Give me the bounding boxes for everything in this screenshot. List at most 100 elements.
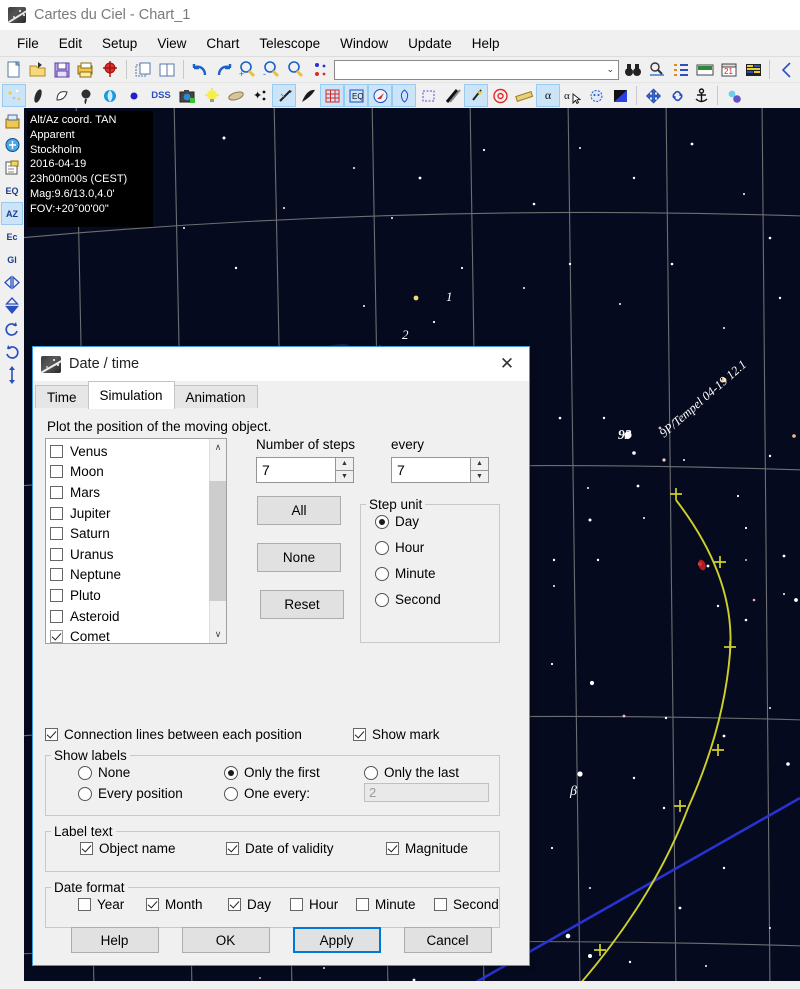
- vertical-resize-icon[interactable]: [1, 363, 23, 386]
- all-button[interactable]: All: [257, 496, 341, 525]
- constellation-boundary-icon[interactable]: [416, 84, 440, 107]
- magnitude-indicator[interactable]: [386, 842, 399, 855]
- none-button[interactable]: None: [257, 543, 341, 572]
- target-icon[interactable]: [98, 58, 122, 81]
- galaxy-icon[interactable]: [50, 84, 74, 107]
- list-item[interactable]: Moon: [50, 462, 209, 483]
- list-item[interactable]: Mars: [50, 482, 209, 503]
- menu-item-help[interactable]: Help: [462, 33, 510, 54]
- catalog-icon[interactable]: [741, 58, 765, 81]
- planet-detail-icon[interactable]: [584, 84, 608, 107]
- menu-item-window[interactable]: Window: [330, 33, 398, 54]
- altaz-coord-icon[interactable]: AZ: [1, 202, 23, 225]
- checkbox-asteroid[interactable]: [50, 609, 63, 623]
- milky-way-icon[interactable]: [296, 84, 320, 107]
- date-of-validity-checkbox[interactable]: Date of validity: [226, 841, 334, 856]
- radio-labels-every-position[interactable]: Every position: [78, 786, 183, 801]
- zoom-in-icon[interactable]: +: [236, 58, 260, 81]
- stars-icon[interactable]: [2, 84, 26, 107]
- half-tone-icon[interactable]: [608, 84, 632, 107]
- close-icon[interactable]: ✕: [485, 347, 529, 381]
- list-item[interactable]: Uranus: [50, 544, 209, 565]
- hour-checkbox[interactable]: Hour: [290, 897, 338, 912]
- link-icon[interactable]: [665, 84, 689, 107]
- help-button[interactable]: Help: [70, 927, 159, 953]
- ecliptic-line-icon[interactable]: [440, 84, 464, 107]
- equatorial-coord-icon[interactable]: EQ: [1, 179, 23, 202]
- radio-labels-one-every-indicator[interactable]: [224, 786, 238, 801]
- stepper-buttons[interactable]: ▲ ▼: [336, 457, 354, 483]
- copy-icon[interactable]: [131, 58, 155, 81]
- flip-vertical-icon[interactable]: [1, 294, 23, 317]
- light-bulb-icon[interactable]: [200, 84, 224, 107]
- alpha-cursor-icon[interactable]: α: [560, 84, 584, 107]
- minute-indicator[interactable]: [356, 898, 369, 911]
- rotate-right-icon[interactable]: [1, 317, 23, 340]
- radio-labels-every-position-indicator[interactable]: [78, 786, 92, 801]
- checkbox-jupiter[interactable]: [50, 506, 63, 520]
- menu-item-chart[interactable]: Chart: [196, 33, 249, 54]
- scroll-up-icon[interactable]: ∧: [209, 439, 226, 456]
- planets-icon[interactable]: [98, 84, 122, 107]
- checkbox-uranus[interactable]: [50, 547, 63, 561]
- every-stepper[interactable]: ▲ ▼: [391, 457, 489, 483]
- constellation-figure-icon[interactable]: [392, 84, 416, 107]
- field-icon[interactable]: [308, 58, 332, 81]
- move-icon[interactable]: [641, 84, 665, 107]
- radio-second[interactable]: Second: [375, 592, 499, 607]
- radio-minute-indicator[interactable]: [375, 566, 389, 581]
- binoculars-icon[interactable]: [621, 58, 645, 81]
- year-indicator[interactable]: [78, 898, 91, 911]
- radio-labels-one-every[interactable]: One every:: [224, 786, 310, 801]
- undo-icon[interactable]: [188, 58, 212, 81]
- stepper-up-icon[interactable]: ▲: [471, 457, 489, 470]
- previous-icon[interactable]: [774, 58, 798, 81]
- checkbox-venus[interactable]: [50, 444, 63, 458]
- cancel-button[interactable]: Cancel: [403, 927, 492, 953]
- menu-item-setup[interactable]: Setup: [92, 33, 147, 54]
- number-of-steps-stepper[interactable]: ▲ ▼: [256, 457, 354, 483]
- zoom-icon[interactable]: [284, 58, 308, 81]
- radio-labels-only-last[interactable]: Only the last: [364, 765, 459, 780]
- nebula-icon[interactable]: [26, 84, 50, 107]
- search-input[interactable]: ⌄: [334, 59, 619, 80]
- menu-item-telescope[interactable]: Telescope: [249, 33, 330, 54]
- list-item[interactable]: Neptune: [50, 565, 209, 586]
- galactic-coord-icon[interactable]: Gl: [1, 248, 23, 271]
- apply-button[interactable]: Apply: [292, 927, 381, 953]
- menu-item-view[interactable]: View: [147, 33, 196, 54]
- second-checkbox[interactable]: Second: [434, 897, 499, 912]
- object-name-indicator[interactable]: [80, 842, 93, 855]
- find-object-icon[interactable]: [645, 58, 669, 81]
- menu-item-update[interactable]: Update: [398, 33, 462, 54]
- show-mark-checkbox[interactable]: Show mark: [353, 727, 440, 742]
- list-item[interactable]: Saturn: [50, 523, 209, 544]
- dss-image-icon[interactable]: DSS: [146, 84, 176, 107]
- asteroid-icon[interactable]: [122, 84, 146, 107]
- chart-icon[interactable]: [1, 110, 23, 133]
- radio-second-indicator[interactable]: [375, 592, 389, 607]
- reset-button[interactable]: Reset: [260, 590, 344, 619]
- double-star-icon[interactable]: [722, 84, 746, 107]
- sparkle-icon[interactable]: ✦: [248, 84, 272, 107]
- stepper-up-icon[interactable]: ▲: [336, 457, 354, 470]
- checkbox-comet[interactable]: [50, 630, 63, 643]
- magnitude-checkbox[interactable]: Magnitude: [386, 841, 468, 856]
- tab-animation[interactable]: Animation: [173, 385, 258, 409]
- anchor-icon[interactable]: [689, 84, 713, 107]
- radio-minute[interactable]: Minute: [375, 566, 499, 581]
- number-of-steps-input[interactable]: [256, 457, 336, 483]
- globe-icon[interactable]: [1, 133, 23, 156]
- ok-button[interactable]: OK: [181, 927, 270, 953]
- month-checkbox[interactable]: Month: [146, 897, 203, 912]
- planetary-nebula-icon[interactable]: [74, 84, 98, 107]
- document-icon[interactable]: [1, 156, 23, 179]
- radio-labels-only-last-indicator[interactable]: [364, 765, 378, 780]
- stepper-buttons[interactable]: ▲ ▼: [471, 457, 489, 483]
- year-checkbox[interactable]: Year: [78, 897, 124, 912]
- horizon-icon[interactable]: [693, 58, 717, 81]
- connection-lines-checkbox[interactable]: Connection lines between each position: [45, 727, 302, 742]
- list-icon[interactable]: [669, 58, 693, 81]
- compass-icon[interactable]: [368, 84, 392, 107]
- new-chart-icon[interactable]: [2, 58, 26, 81]
